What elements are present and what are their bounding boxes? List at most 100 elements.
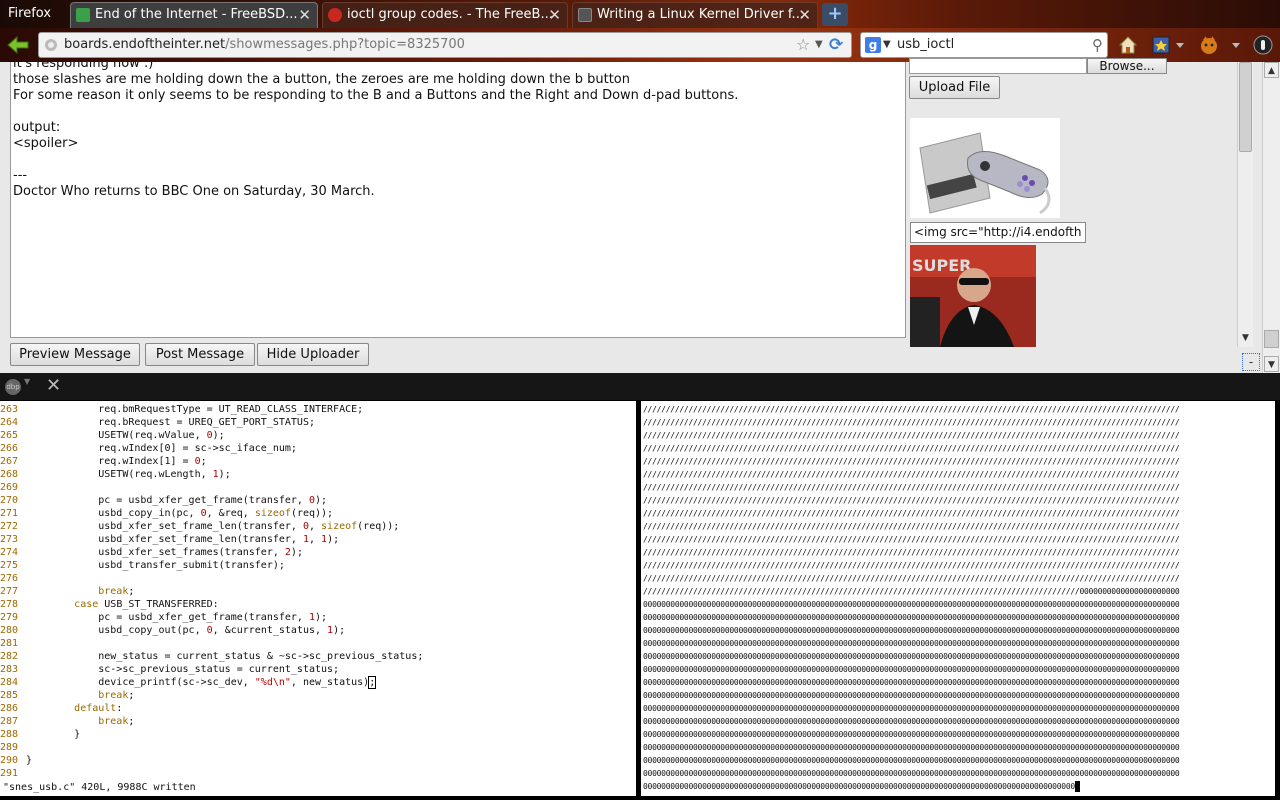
code-line: 279 pc = usbd_xfer_get_frame(transfer, 1…: [0, 612, 328, 623]
line-number: 274: [0, 547, 19, 558]
vim-editor-pane[interactable]: 263 req.bmRequestType = UT_READ_CLASS_IN…: [0, 401, 636, 796]
output-line: ////////////////////////////////////////…: [643, 509, 1180, 518]
code-line: 263 req.bmRequestType = UT_READ_CLASS_IN…: [0, 404, 364, 415]
code-line: 274 usbd_xfer_set_frames(transfer, 2);: [0, 547, 303, 558]
tab-favicon-icon: [328, 8, 342, 22]
code-line: 265 USETW(req.wValue, 0);: [0, 430, 225, 441]
scroll-up-arrow-icon[interactable]: ▲: [1264, 62, 1279, 78]
code-line: 268 USETW(req.wLength, 1);: [0, 469, 231, 480]
tab-end-of-the-internet[interactable]: End of the Internet - FreeBSD... ✕: [70, 2, 318, 28]
addon-icon[interactable]: [1198, 34, 1220, 56]
page-scroll-thumb[interactable]: [1264, 330, 1279, 348]
image-tag-field[interactable]: <img src="http://i4.endofth: [910, 222, 1086, 243]
output-line: 0000000000000000000000000000000000000000…: [643, 665, 1180, 674]
tab-close-icon[interactable]: ✕: [298, 3, 311, 27]
terminal-cursor: [1074, 781, 1080, 792]
output-line: ////////////////////////////////////////…: [643, 548, 1180, 557]
minimize-button[interactable]: -: [1242, 353, 1260, 371]
page-scrollbar[interactable]: ▲ ▼: [1262, 62, 1280, 373]
message-line: it's responding now :): [13, 62, 154, 71]
tab-ioctl-group-codes[interactable]: ioctl group codes. - The FreeB... ✕: [322, 2, 568, 28]
output-line: 0000000000000000000000000000000000000000…: [643, 730, 1180, 739]
line-number: 279: [0, 612, 19, 623]
code-line: 264 req.bRequest = UREQ_GET_PORT_STATUS;: [0, 417, 315, 428]
line-number: 268: [0, 469, 19, 480]
star-icon[interactable]: ☆: [796, 33, 810, 57]
post-message-button[interactable]: Post Message: [145, 343, 255, 366]
history-dropdown-icon[interactable]: ▼: [815, 33, 823, 57]
scroll-down-arrow-icon[interactable]: ▼: [1264, 356, 1279, 372]
line-number: 290: [0, 755, 19, 766]
search-icon[interactable]: ⚲: [1092, 33, 1103, 57]
vim-status-line: "snes_usb.c" 420L, 9988C written: [3, 782, 196, 793]
snes-controller-image[interactable]: [910, 118, 1060, 218]
search-bar[interactable]: g ▼ usb_ioctl ⚲: [860, 32, 1108, 58]
code-line: 276: [0, 572, 26, 585]
output-line: ////////////////////////////////////////…: [643, 405, 1180, 414]
terminal-output-pane[interactable]: ////////////////////////////////////////…: [641, 401, 1275, 796]
tab-close-icon[interactable]: ✕: [548, 3, 561, 27]
message-line: <spoiler>: [13, 136, 79, 151]
output-line: ////////////////////////////////////////…: [643, 574, 1180, 583]
tab-strip: Firefox End of the Internet - FreeBSD...…: [0, 0, 1280, 28]
line-number: 264: [0, 417, 19, 428]
uploader-scrollbar[interactable]: ▼: [1237, 62, 1253, 347]
message-line: For some reason it only seems to be resp…: [13, 88, 739, 103]
output-line: ////////////////////////////////////////…: [643, 496, 1180, 505]
code-line: 287 break;: [0, 716, 135, 727]
terminal-menu-icon[interactable]: dbp: [5, 379, 21, 395]
code-line: 271 usbd_copy_in(pc, 0, &req, sizeof(req…: [0, 508, 334, 519]
site-identity-icon[interactable]: [43, 37, 59, 53]
back-icon[interactable]: [6, 34, 30, 56]
code-line: 273 usbd_xfer_set_frame_len(transfer, 1,…: [0, 534, 340, 545]
preview-message-button[interactable]: Preview Message: [10, 343, 140, 366]
message-textarea[interactable]: it's responding now :) those slashes are…: [10, 62, 906, 338]
close-icon[interactable]: ✕: [46, 375, 61, 396]
output-line: ////////////////////////////////////////…: [643, 561, 1180, 570]
output-line: 0000000000000000000000000000000000000000…: [643, 691, 1180, 700]
new-tab-button[interactable]: +: [822, 3, 848, 26]
menu-icon[interactable]: [1252, 34, 1274, 56]
output-line: 0000000000000000000000000000000000000000…: [643, 600, 1180, 609]
url-bar[interactable]: boards.endoftheinter.net/showmessages.ph…: [38, 32, 852, 58]
line-number: 289: [0, 742, 19, 753]
output-line: ////////////////////////////////////////…: [643, 470, 1180, 479]
hide-uploader-button[interactable]: Hide Uploader: [257, 343, 369, 366]
code-line: 275 usbd_transfer_submit(transfer);: [0, 560, 285, 571]
code-line: 283 sc->sc_previous_status = current_sta…: [0, 664, 340, 675]
output-line: 0000000000000000000000000000000000000000…: [643, 626, 1180, 635]
output-line: ////////////////////////////////////////…: [643, 535, 1180, 544]
firefox-menu-button[interactable]: Firefox: [0, 0, 66, 28]
code-line: 277 break;: [0, 586, 135, 597]
bookmarks-icon[interactable]: [1150, 34, 1172, 56]
terminal-menu-dropdown-icon[interactable]: ▼: [24, 377, 30, 386]
tab-favicon-icon: [76, 8, 90, 22]
google-engine-icon[interactable]: g: [865, 37, 881, 53]
home-icon[interactable]: [1117, 34, 1139, 56]
code-line: 290}: [0, 755, 33, 766]
engine-dropdown-icon[interactable]: ▼: [883, 33, 891, 57]
url-host: boards.endoftheinter.net: [64, 37, 226, 52]
browse-button[interactable]: Browse...: [1087, 58, 1167, 74]
web-page: it's responding now :) those slashes are…: [0, 58, 1280, 373]
scroll-down-arrow-icon[interactable]: ▼: [1238, 330, 1253, 346]
line-number: 284: [0, 677, 19, 688]
url-text[interactable]: boards.endoftheinter.net/showmessages.ph…: [64, 33, 465, 57]
code-line: 270 pc = usbd_xfer_get_frame(transfer, 0…: [0, 495, 328, 506]
uploader-scroll-thumb[interactable]: [1239, 62, 1252, 152]
tab-favicon-icon: [578, 8, 592, 22]
line-number: 269: [0, 482, 19, 493]
tab-close-icon[interactable]: ✕: [798, 3, 811, 27]
line-number: 283: [0, 664, 19, 675]
tab-linux-kernel-driver[interactable]: Writing a Linux Kernel Driver f... ✕: [572, 2, 818, 28]
bookmarks-dropdown-icon[interactable]: [1174, 34, 1186, 56]
file-path-field[interactable]: [909, 58, 1087, 74]
code-line: 272 usbd_xfer_set_frame_len(transfer, 0,…: [0, 521, 400, 532]
upload-file-button[interactable]: Upload File: [909, 76, 1000, 99]
terminal-toolbar: dbp ▼ ✕: [0, 373, 1280, 400]
search-input[interactable]: usb_ioctl: [897, 33, 954, 57]
person-photo-image[interactable]: SUPER: [910, 245, 1036, 347]
addon-dropdown-icon[interactable]: [1230, 34, 1242, 56]
output-line: 0000000000000000000000000000000000000000…: [643, 704, 1180, 713]
reload-icon[interactable]: ⟳: [829, 33, 843, 57]
